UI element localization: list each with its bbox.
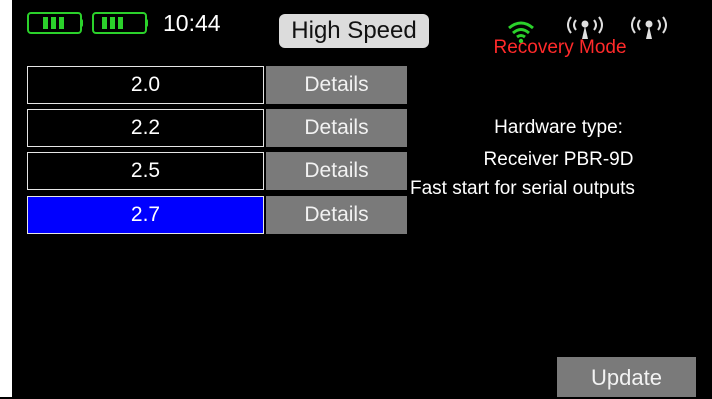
battery-icon [92,12,148,34]
version-row-2-0[interactable]: 2.0 [27,66,264,104]
fast-start-note: Fast start for serial outputs [410,178,635,199]
version-row-2-7[interactable]: 2.7 [27,196,264,234]
recovery-mode-title: Recovery Mode [493,37,627,58]
hardware-type-label: Hardware type: [494,117,623,138]
details-button[interactable]: Details [266,109,407,147]
battery-icon [27,12,83,34]
version-row-2-2[interactable]: 2.2 [27,109,264,147]
details-button[interactable]: Details [266,196,407,234]
details-button[interactable]: Details [266,66,407,104]
speed-mode-badge[interactable]: High Speed [279,14,429,48]
hardware-type-value: Receiver PBR-9D [483,149,634,170]
clock: 10:44 [163,10,221,36]
update-button[interactable]: Update [557,357,696,397]
version-row-2-5[interactable]: 2.5 [27,152,264,190]
details-button[interactable]: Details [266,152,407,190]
screen-bezel [0,0,12,397]
